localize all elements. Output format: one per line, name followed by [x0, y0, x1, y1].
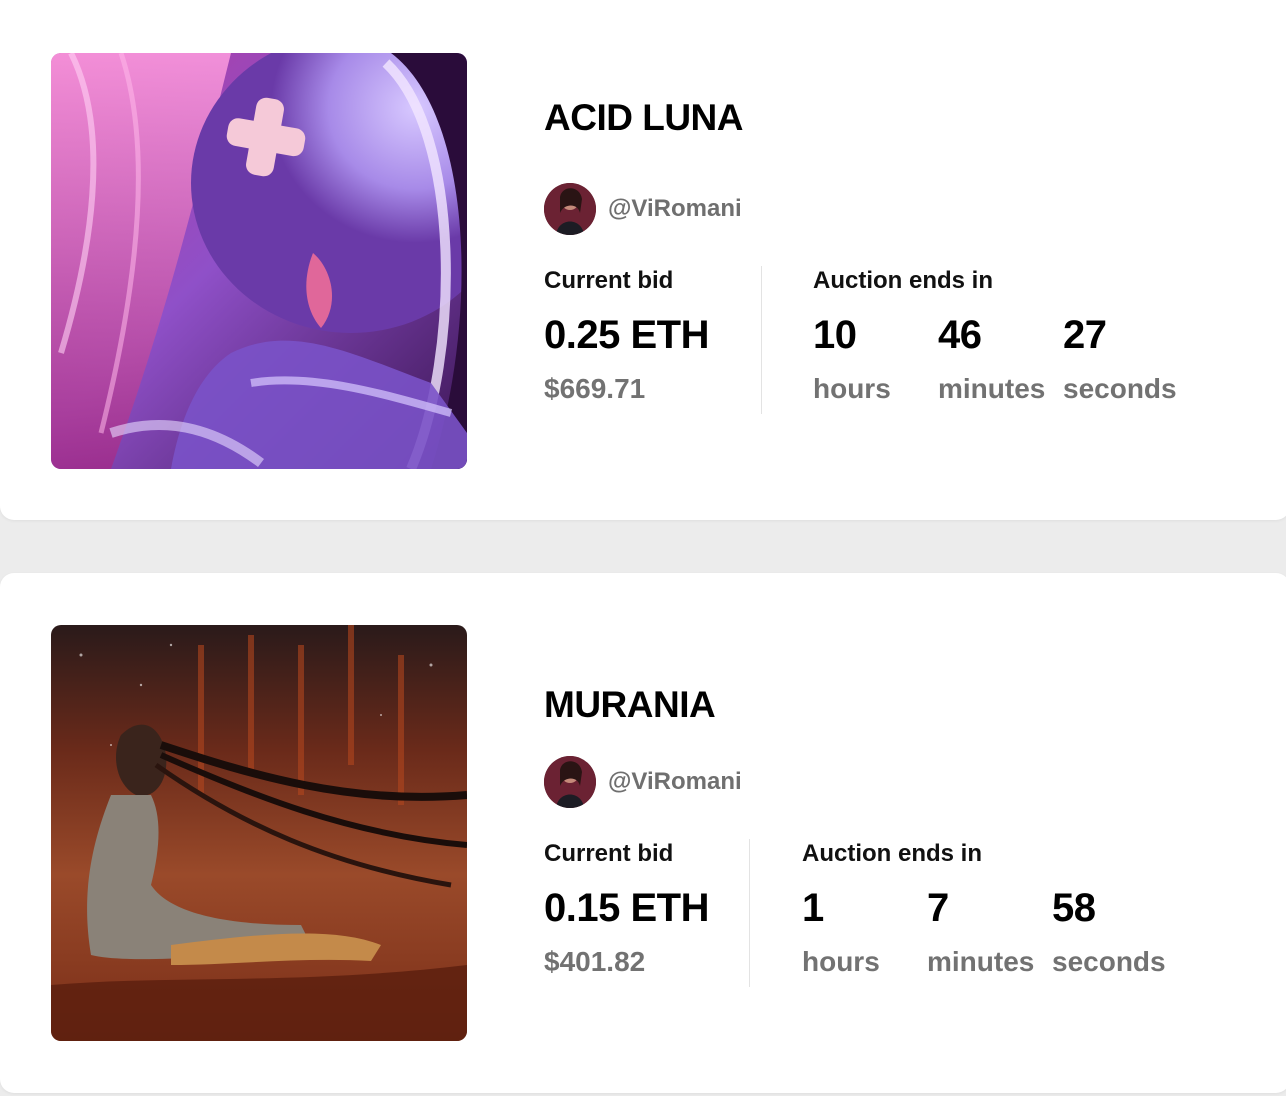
- auction-timer-section: Auction ends in 1 hours 7 minutes 58 sec…: [802, 842, 1192, 976]
- divider: [749, 839, 750, 987]
- creator-link[interactable]: @ViRomani: [544, 756, 742, 808]
- minutes-label: minutes: [938, 373, 1046, 404]
- countdown-hours: 10 hours: [813, 293, 938, 403]
- minutes-label: minutes: [927, 946, 1035, 977]
- auction-card[interactable]: MURANIA @ViRomani Current bid 0.15 ETH $…: [0, 573, 1286, 1093]
- seconds-value: 27: [1063, 313, 1107, 357]
- creator-avatar-image: [544, 756, 596, 808]
- auction-timer-section: Auction ends in 10 hours 46 minutes 27 s…: [813, 269, 1203, 403]
- artwork-image[interactable]: [51, 53, 467, 469]
- seconds-value: 58: [1052, 886, 1096, 930]
- current-bid-label: Current bid: [544, 267, 674, 294]
- auction-ends-label: Auction ends in: [802, 840, 982, 867]
- countdown-minutes: 7 minutes: [927, 866, 1052, 976]
- current-bid-usd: $669.71: [544, 373, 646, 404]
- seconds-label: seconds: [1052, 946, 1166, 977]
- current-bid-usd: $401.82: [544, 946, 646, 977]
- hours-value: 1: [802, 886, 824, 930]
- hours-label: hours: [813, 373, 891, 404]
- seconds-label: seconds: [1063, 373, 1177, 404]
- hours-value: 10: [813, 313, 857, 357]
- minutes-value: 7: [927, 886, 949, 930]
- current-bid-section: Current bid 0.25 ETH $669.71: [544, 269, 709, 403]
- artwork-murania-illustration: [51, 625, 467, 1041]
- countdown-minutes: 46 minutes: [938, 293, 1063, 403]
- minutes-value: 46: [938, 313, 982, 357]
- current-bid-label: Current bid: [544, 840, 674, 867]
- divider: [761, 266, 762, 414]
- countdown-seconds: 27 seconds: [1063, 293, 1203, 403]
- artwork-image[interactable]: [51, 625, 467, 1041]
- hours-label: hours: [802, 946, 880, 977]
- countdown-hours: 1 hours: [802, 866, 927, 976]
- artwork-title[interactable]: ACID LUNA: [544, 97, 743, 139]
- auction-ends-label: Auction ends in: [813, 267, 993, 294]
- countdown-seconds: 58 seconds: [1052, 866, 1192, 976]
- creator-avatar-image: [544, 183, 596, 235]
- avatar[interactable]: [544, 756, 596, 808]
- artwork-acid-luna-illustration: [51, 53, 467, 469]
- creator-link[interactable]: @ViRomani: [544, 183, 742, 235]
- current-bid-section: Current bid 0.15 ETH $401.82: [544, 842, 709, 976]
- current-bid-eth: 0.25 ETH: [544, 313, 709, 357]
- auction-card[interactable]: ACID LUNA @ViRomani Current bid 0.25 ETH…: [0, 0, 1286, 520]
- artwork-title[interactable]: MURANIA: [544, 684, 716, 726]
- creator-handle[interactable]: @ViRomani: [608, 768, 742, 796]
- creator-handle[interactable]: @ViRomani: [608, 195, 742, 223]
- current-bid-eth: 0.15 ETH: [544, 886, 709, 930]
- avatar[interactable]: [544, 183, 596, 235]
